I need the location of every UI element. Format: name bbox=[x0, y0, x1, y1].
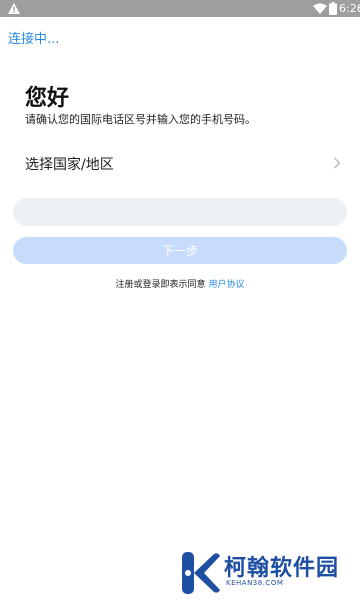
user-agreement-link[interactable]: 用户协议 bbox=[208, 280, 244, 290]
watermark: 柯翰软件园 KEHAN38.COM bbox=[180, 548, 350, 598]
watermark-brand-url: KEHAN38.COM bbox=[226, 579, 284, 587]
chevron-right-icon bbox=[334, 157, 341, 169]
next-button[interactable]: 下一步 bbox=[13, 237, 347, 264]
watermark-brand-name: 柯翰软件园 bbox=[224, 556, 340, 581]
battery-icon bbox=[329, 2, 337, 15]
country-select[interactable]: 选择国家/地区 bbox=[0, 146, 360, 180]
page-subtitle: 请确认您的国际电话区号并输入您的手机号码。 bbox=[25, 113, 256, 126]
phone-number-input[interactable] bbox=[13, 198, 347, 226]
warning-icon bbox=[8, 3, 20, 14]
status-time: 6:26 bbox=[339, 2, 360, 15]
status-bar: 6:26 bbox=[0, 0, 360, 17]
page-title: 您好 bbox=[25, 86, 70, 111]
country-select-label: 选择国家/地区 bbox=[25, 157, 114, 173]
agreement-text: 注册或登录即表示同意 bbox=[115, 280, 206, 290]
wifi-icon bbox=[313, 3, 327, 14]
brand-logo-icon bbox=[182, 552, 220, 594]
connecting-status: 连接中... bbox=[8, 32, 60, 47]
agreement-notice: 注册或登录即表示同意 用户协议 bbox=[0, 277, 360, 290]
